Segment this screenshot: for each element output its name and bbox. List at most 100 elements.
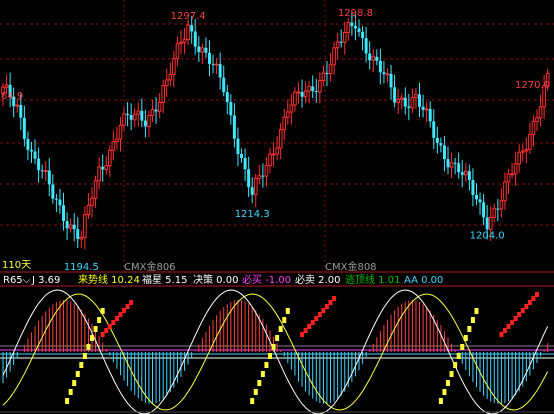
signal-block xyxy=(460,344,465,350)
candle-body xyxy=(126,113,130,115)
signal-block xyxy=(72,380,77,386)
candle-body xyxy=(214,63,219,66)
signal-block xyxy=(275,335,280,341)
candle-body xyxy=(168,73,173,81)
signal-block xyxy=(317,312,322,317)
candle-body xyxy=(193,31,197,47)
signal-block xyxy=(253,389,258,395)
candle-body xyxy=(364,38,368,54)
params-label[interactable]: R65⌵ xyxy=(3,275,31,286)
candle-body xyxy=(307,85,311,92)
candle-body xyxy=(460,172,464,175)
candle-body xyxy=(446,159,450,168)
signal-block xyxy=(527,300,532,305)
candle-body xyxy=(510,173,514,176)
candle-body xyxy=(321,72,326,81)
candle-body xyxy=(282,116,287,131)
candle-body xyxy=(432,121,436,138)
signal-block xyxy=(321,308,326,313)
candle-body xyxy=(496,208,500,210)
candle-body xyxy=(407,106,411,108)
candle-body xyxy=(150,109,155,116)
signal-block xyxy=(463,335,468,341)
candle-body xyxy=(97,166,101,182)
candle-body xyxy=(378,60,382,73)
candle-body xyxy=(19,105,23,118)
candle-body xyxy=(464,170,468,176)
signal-block xyxy=(300,332,305,337)
candle-body xyxy=(350,22,354,26)
signal-block xyxy=(502,328,507,333)
candle-body xyxy=(40,170,44,172)
candle-body xyxy=(286,111,290,118)
candle-body xyxy=(535,117,539,122)
candle-body xyxy=(520,150,525,153)
price-annotation: 1297.4 xyxy=(171,11,206,22)
signal-block xyxy=(268,353,272,359)
candle-body xyxy=(22,117,26,139)
candle-body xyxy=(474,194,478,200)
candle-body xyxy=(222,77,226,93)
candle-body xyxy=(200,47,205,53)
candle-body xyxy=(332,47,336,66)
candle-body xyxy=(33,151,37,159)
signal-block xyxy=(524,304,529,309)
candle-body xyxy=(482,202,486,218)
candle-body xyxy=(104,165,109,170)
candle-body xyxy=(353,25,357,29)
candle-body xyxy=(414,93,418,99)
candle-body xyxy=(101,166,105,170)
price-annotation: 64.9 xyxy=(1,91,23,102)
signal-block xyxy=(271,344,276,350)
candle-body xyxy=(399,97,404,100)
signal-block xyxy=(122,308,127,313)
signal-block xyxy=(442,389,447,395)
candle-body xyxy=(293,91,297,106)
signal-block xyxy=(453,362,458,368)
candle-body xyxy=(118,124,123,140)
candle-body xyxy=(72,224,76,230)
signal-block xyxy=(97,317,102,323)
signal-block xyxy=(467,326,472,332)
signal-block xyxy=(118,312,123,317)
candle-body xyxy=(197,46,201,53)
candle-body xyxy=(257,175,262,179)
candle-body xyxy=(488,216,493,230)
price-annotation: 1204.0 xyxy=(470,230,505,241)
signal-block xyxy=(446,380,450,386)
candle-body xyxy=(375,56,379,61)
candle-body xyxy=(471,180,475,195)
candlestick-series xyxy=(1,12,550,250)
legend-item: J 3.69 xyxy=(31,275,60,286)
candle-body xyxy=(499,200,504,210)
candle-body xyxy=(428,108,432,122)
candle-body xyxy=(300,91,304,97)
signal-block xyxy=(282,317,287,323)
signal-block xyxy=(285,308,290,314)
legend-item: 必买 -1.00 xyxy=(242,273,291,286)
candle-body xyxy=(467,171,471,181)
candle-body xyxy=(111,141,116,151)
candle-body xyxy=(132,113,137,121)
candle-body xyxy=(311,86,315,91)
candle-body xyxy=(368,53,372,61)
price-annotation: 1298.8 xyxy=(338,8,373,19)
candle-body xyxy=(421,106,425,110)
candle-body xyxy=(253,177,258,196)
candle-body xyxy=(108,149,112,167)
candle-body xyxy=(442,145,446,160)
candle-body xyxy=(453,162,457,164)
candle-body xyxy=(538,106,543,119)
candle-body xyxy=(79,236,84,240)
signal-block xyxy=(65,398,70,404)
signal-block xyxy=(438,398,443,404)
signal-block xyxy=(75,371,80,377)
signal-block xyxy=(314,316,319,321)
candle-body xyxy=(190,25,194,32)
candle-body xyxy=(492,208,497,218)
signal-block xyxy=(520,308,525,313)
candle-body xyxy=(424,108,429,111)
signal-block xyxy=(100,308,105,314)
signal-block xyxy=(307,324,312,329)
candle-body xyxy=(435,137,439,144)
